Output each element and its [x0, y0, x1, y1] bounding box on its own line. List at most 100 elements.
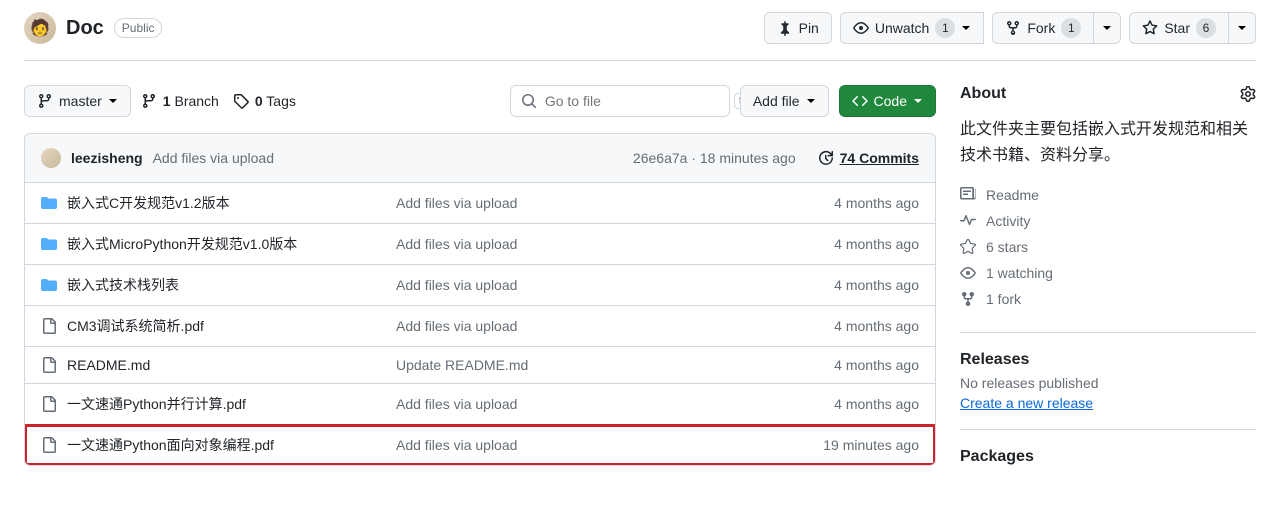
file-row[interactable]: CM3调试系统简析.pdf Add files via upload4 month…: [25, 306, 935, 347]
file-icon: [41, 437, 57, 453]
file-name[interactable]: 一文速通Python面向对象编程.pdf: [67, 435, 274, 455]
file-commit-message[interactable]: Add files via upload: [396, 437, 779, 453]
visibility-badge: Public: [114, 18, 163, 38]
owner-avatar[interactable]: [24, 12, 56, 44]
sidebar-link-eye[interactable]: 1 watching: [960, 265, 1256, 281]
commit-avatar[interactable]: [41, 148, 61, 168]
sidebar-link-star[interactable]: 6 stars: [960, 239, 1256, 255]
branches-link[interactable]: 1 Branch: [141, 93, 219, 109]
pin-button[interactable]: Pin: [764, 12, 832, 44]
code-icon: [852, 93, 868, 109]
commit-author[interactable]: leezisheng: [71, 150, 143, 166]
repo-header: Doc Public Pin Unwatch 1 Fork 1: [24, 12, 1256, 61]
fork-button[interactable]: Fork 1: [992, 12, 1094, 44]
file-time: 19 minutes ago: [779, 437, 919, 453]
pin-icon: [777, 20, 793, 36]
branch-select[interactable]: master: [24, 85, 131, 117]
unwatch-button[interactable]: Unwatch 1: [840, 12, 984, 44]
create-release-link[interactable]: Create a new release: [960, 395, 1093, 411]
file-name[interactable]: 嵌入式技术栈列表: [67, 275, 179, 295]
file-time: 4 months ago: [779, 277, 919, 293]
file-time: 4 months ago: [779, 318, 919, 334]
search-icon: [521, 93, 537, 109]
file-row[interactable]: 嵌入式C开发规范v1.2版本 Add files via upload4 mont…: [25, 183, 935, 224]
fork-count: 1: [1061, 18, 1081, 38]
activity-icon: [960, 213, 976, 229]
file-row[interactable]: 一文速通Python面向对象编程.pdf Add files via upload…: [25, 425, 935, 465]
file-commit-message[interactable]: Add files via upload: [396, 318, 779, 334]
fork-icon: [960, 291, 976, 307]
file-name[interactable]: README.md: [67, 357, 150, 373]
file-commit-message[interactable]: Add files via upload: [396, 396, 779, 412]
file-time: 4 months ago: [779, 396, 919, 412]
file-time: 4 months ago: [779, 236, 919, 252]
file-commit-message[interactable]: Add files via upload: [396, 195, 779, 211]
commit-message[interactable]: Add files via upload: [153, 150, 274, 166]
latest-commit-bar: leezisheng Add files via upload 26e6a7a …: [25, 134, 935, 183]
star-button[interactable]: Star 6: [1129, 12, 1229, 44]
file-name[interactable]: CM3调试系统简析.pdf: [67, 316, 204, 336]
releases-heading: Releases: [960, 351, 1256, 369]
sidebar: About 此文件夹主要包括嵌入式开发规范和相关技术书籍、资料分享。 Readm…: [960, 85, 1256, 484]
folder-icon: [41, 277, 57, 293]
chevron-down-icon: [961, 20, 971, 36]
add-file-label: Add file: [753, 93, 800, 109]
sidebar-link-readme[interactable]: Readme: [960, 187, 1256, 203]
file-row[interactable]: README.md Update README.md4 months ago: [25, 347, 935, 384]
readme-icon: [960, 187, 976, 203]
folder-icon: [41, 195, 57, 211]
eye-icon: [853, 20, 869, 36]
code-button[interactable]: Code: [839, 85, 936, 117]
file-row[interactable]: 嵌入式技术栈列表 Add files via upload4 months ago: [25, 265, 935, 306]
file-row[interactable]: 一文速通Python并行计算.pdf Add files via upload4 …: [25, 384, 935, 425]
file-commit-message[interactable]: Update README.md: [396, 357, 779, 373]
file-name[interactable]: 嵌入式C开发规范v1.2版本: [67, 193, 230, 213]
chevron-down-icon: [1237, 20, 1247, 36]
chevron-down-icon: [806, 93, 816, 109]
chevron-down-icon: [108, 93, 118, 109]
tag-icon: [233, 93, 249, 109]
fork-dropdown[interactable]: [1094, 12, 1121, 44]
code-label: Code: [874, 93, 907, 109]
packages-heading: Packages: [960, 448, 1256, 466]
star-icon: [960, 239, 976, 255]
pin-label: Pin: [799, 20, 819, 36]
star-dropdown[interactable]: [1229, 12, 1256, 44]
file-time: 4 months ago: [779, 357, 919, 373]
fork-label: Fork: [1027, 20, 1055, 36]
file-commit-message[interactable]: Add files via upload: [396, 277, 779, 293]
folder-icon: [41, 236, 57, 252]
about-description: 此文件夹主要包括嵌入式开发规范和相关技术书籍、资料分享。: [960, 117, 1256, 168]
sidebar-link-fork[interactable]: 1 fork: [960, 291, 1256, 307]
file-name[interactable]: 一文速通Python并行计算.pdf: [67, 394, 246, 414]
branch-name: master: [59, 93, 102, 109]
releases-empty: No releases published: [960, 375, 1256, 391]
unwatch-count: 1: [935, 18, 955, 38]
file-row[interactable]: 嵌入式MicroPython开发规范v1.0版本 Add files via up…: [25, 224, 935, 265]
file-list: leezisheng Add files via upload 26e6a7a …: [24, 133, 936, 466]
history-icon: [818, 150, 834, 166]
star-label: Star: [1164, 20, 1190, 36]
sidebar-link-activity[interactable]: Activity: [960, 213, 1256, 229]
repo-name[interactable]: Doc: [66, 17, 104, 40]
branch-icon: [141, 93, 157, 109]
unwatch-label: Unwatch: [875, 20, 929, 36]
gear-icon[interactable]: [1240, 86, 1256, 102]
file-icon: [41, 396, 57, 412]
star-icon: [1142, 20, 1158, 36]
tags-link[interactable]: 0 Tags: [233, 93, 296, 109]
file-name[interactable]: 嵌入式MicroPython开发规范v1.0版本: [67, 234, 297, 254]
file-time: 4 months ago: [779, 195, 919, 211]
file-commit-message[interactable]: Add files via upload: [396, 236, 779, 252]
file-icon: [41, 318, 57, 334]
commit-meta[interactable]: 26e6a7a · 18 minutes ago: [633, 150, 796, 166]
add-file-button[interactable]: Add file: [740, 85, 829, 117]
chevron-down-icon: [913, 93, 923, 109]
commits-link[interactable]: 74 Commits: [818, 150, 919, 166]
star-count: 6: [1196, 18, 1216, 38]
branch-icon: [37, 93, 53, 109]
file-search-input[interactable]: [545, 93, 726, 109]
file-search[interactable]: t: [510, 85, 730, 117]
code-toolbar: master 1 Branch 0 Tags: [24, 85, 936, 117]
chevron-down-icon: [1102, 20, 1112, 36]
